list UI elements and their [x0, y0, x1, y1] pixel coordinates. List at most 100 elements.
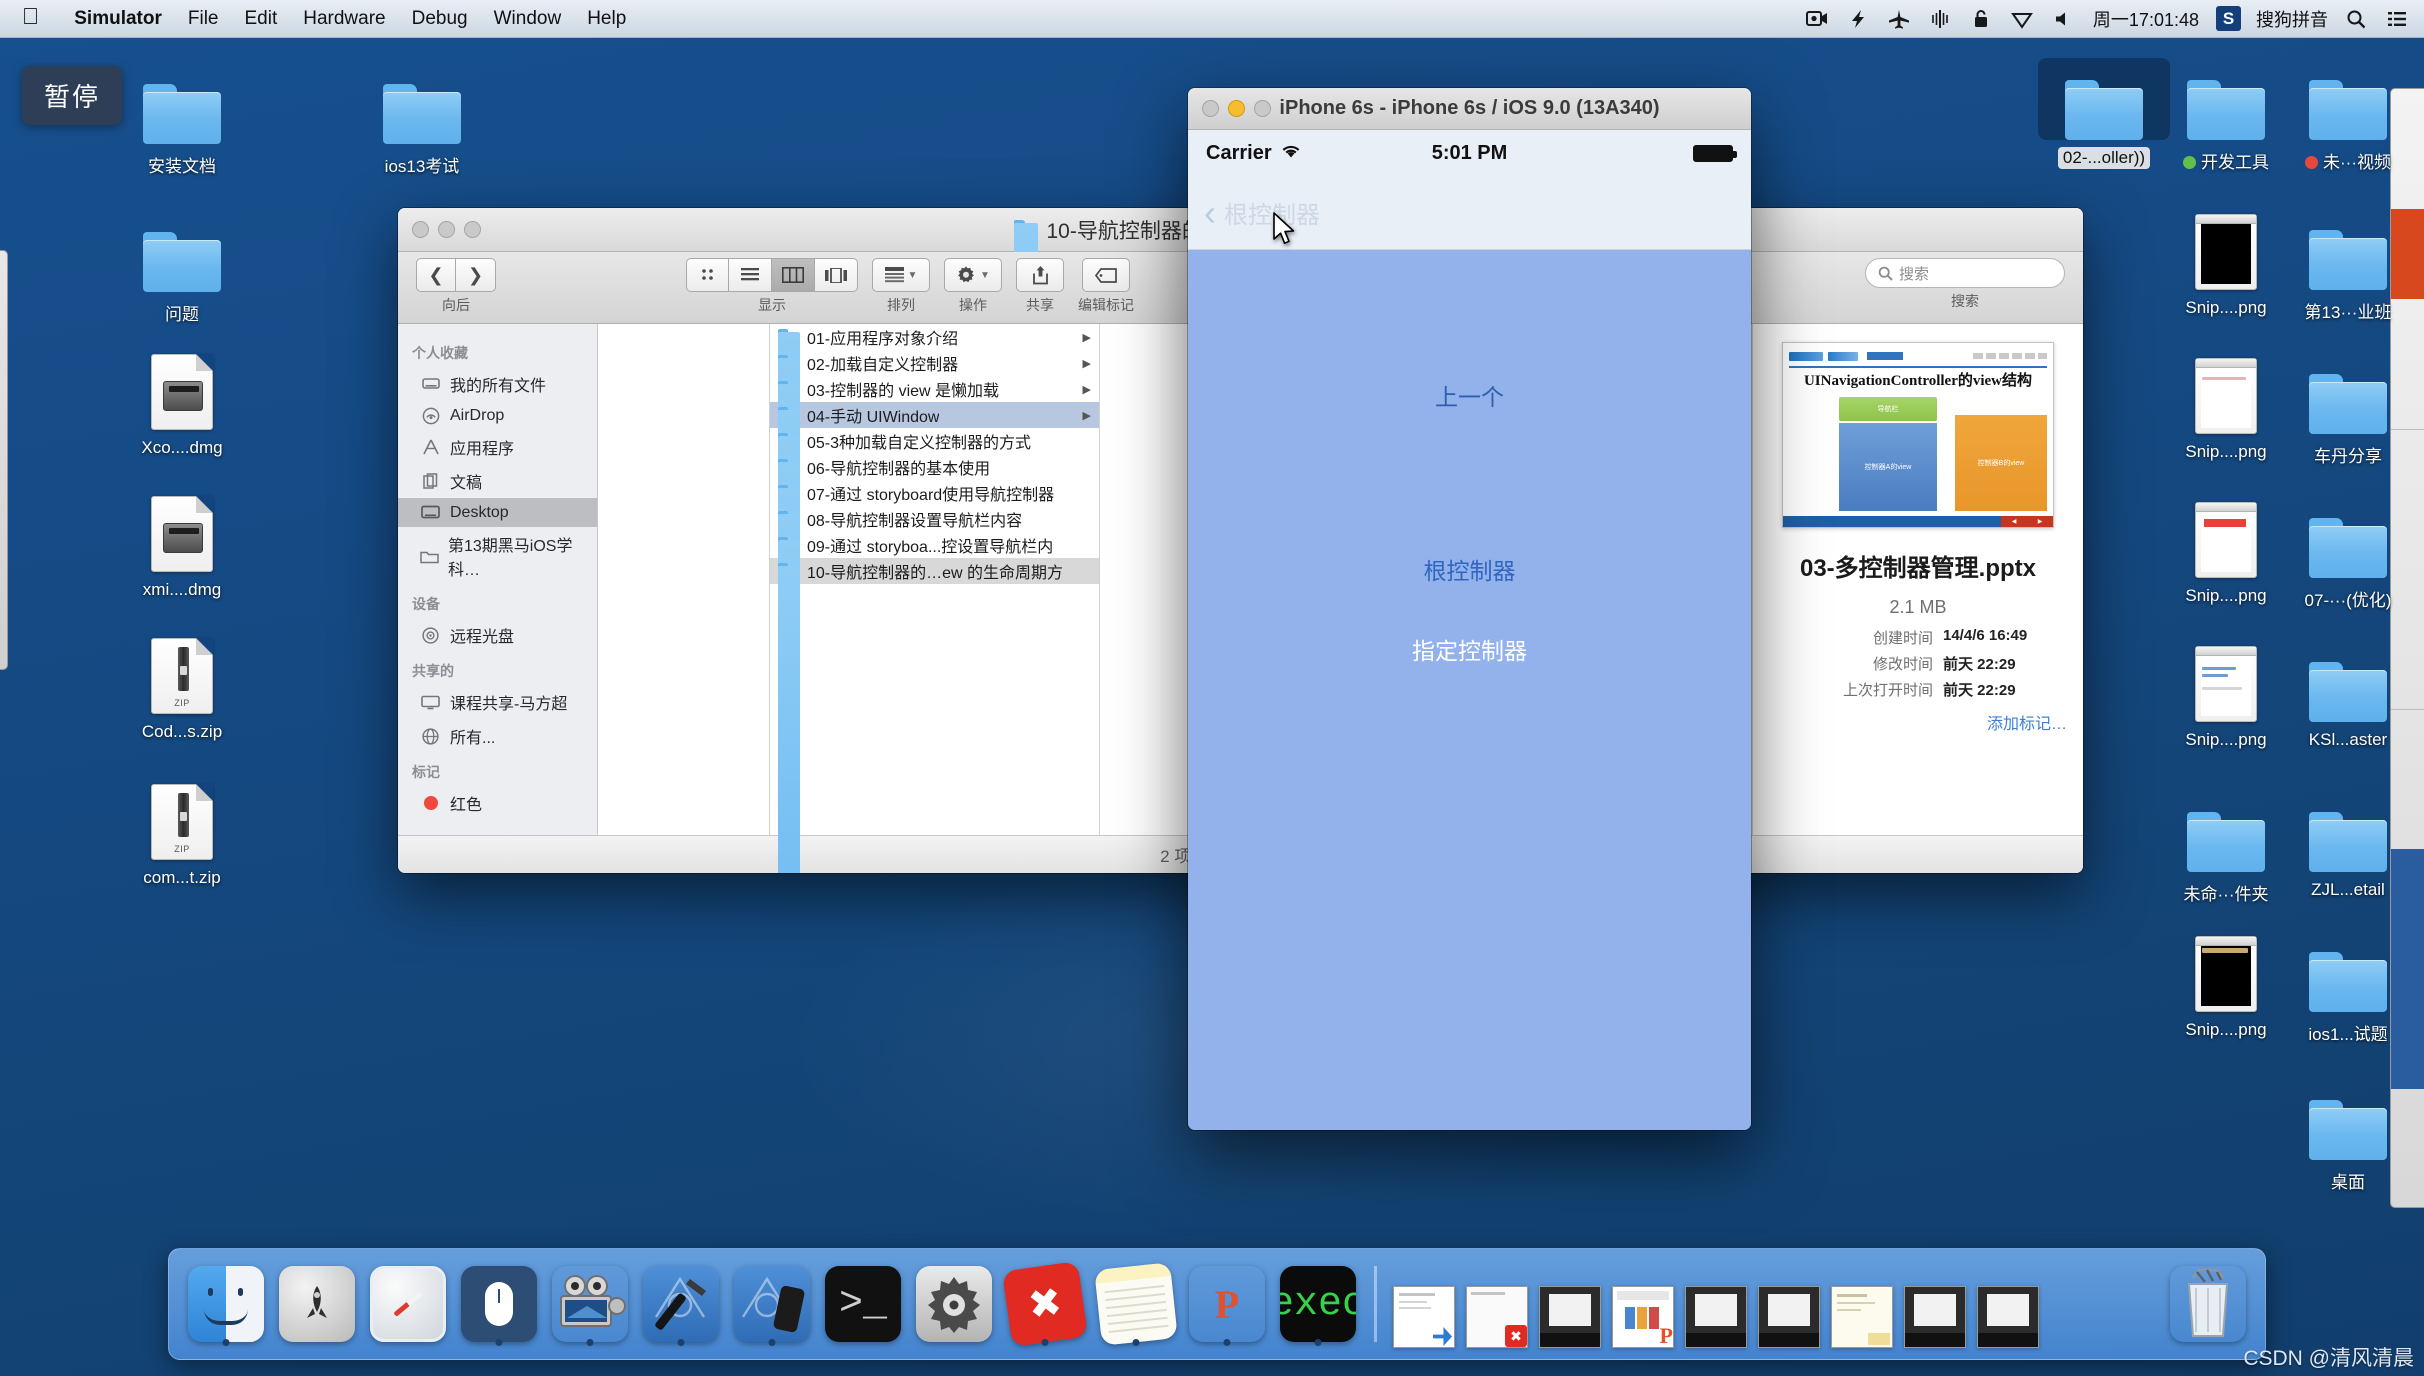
desktop-icon-png[interactable]: Snip....png	[2160, 640, 2292, 751]
minimize-button[interactable]	[1228, 100, 1245, 117]
dock-item-safari[interactable]	[365, 1260, 451, 1348]
desktop-icon-folder-selected[interactable]: 02-...oller))	[2038, 58, 2170, 169]
list-item[interactable]: 09-通过 storyboa...控设置导航栏内	[770, 532, 1099, 873]
list-item[interactable]: 05-3种加载自定义控制器的方式	[770, 428, 1099, 873]
minimized-window[interactable]	[1755, 1260, 1823, 1348]
sidebar-item-all-shared[interactable]: 所有...	[398, 719, 597, 753]
desktop-icon-zip[interactable]: ZIP com...t.zip	[116, 778, 248, 889]
dock-item-system-preferences[interactable]	[911, 1260, 997, 1348]
action-group[interactable]: ▼ 操作	[944, 258, 1002, 315]
desktop-icon-folder[interactable]: 安装文档	[116, 62, 248, 178]
notification-list-icon[interactable]	[2384, 7, 2410, 31]
input-method-badge[interactable]: S	[2216, 6, 2241, 31]
desktop-icon-dmg[interactable]: xmi....dmg	[116, 490, 248, 601]
dock-item-launchpad[interactable]	[274, 1260, 360, 1348]
chevron-left-icon[interactable]: ❮	[416, 258, 456, 292]
desktop-icon-folder[interactable]: ios1...试题	[2282, 930, 2414, 1046]
desktop-icon-folder[interactable]: 未···视频	[2282, 58, 2414, 174]
menu-debug[interactable]: Debug	[399, 8, 481, 30]
search-group[interactable]: 搜索 搜索	[1865, 258, 2065, 311]
list-item[interactable]: 02-加载自定义控制器 ▶	[770, 350, 1099, 869]
dock-item-xcode[interactable]	[638, 1260, 724, 1348]
disclosure-triangle-icon[interactable]: ▶	[1083, 409, 1091, 422]
list-item[interactable]: 03-控制器的 view 是懒加载 ▶	[770, 376, 1099, 873]
desktop-icon-folder[interactable]: 桌面	[2282, 1078, 2414, 1194]
dock-item-finder[interactable]	[183, 1260, 269, 1348]
traffic-lights[interactable]	[1202, 100, 1271, 117]
shortcut-icon[interactable]	[1845, 7, 1871, 31]
dock-item-exec[interactable]: exec	[1275, 1260, 1361, 1348]
desktop-icon-png[interactable]: Snip....png	[2160, 208, 2292, 319]
search-input[interactable]: 搜索	[1865, 258, 2065, 288]
menu-bar[interactable]:  Simulator File Edit Hardware Debug Win…	[0, 0, 2424, 38]
minimized-window[interactable]	[1828, 1260, 1896, 1348]
share-button[interactable]	[1016, 258, 1064, 292]
desktop-icon-folder[interactable]: 07-···(优化)	[2282, 496, 2414, 612]
minimized-window[interactable]	[1901, 1260, 1969, 1348]
ios-button-specified-controller[interactable]: 指定控制器	[1188, 632, 1751, 666]
airplane-icon[interactable]	[1886, 7, 1912, 31]
ios-app-screen[interactable]: 上一个 根控制器 指定控制器	[1188, 250, 1751, 1130]
coverflow-view-icon[interactable]	[815, 258, 858, 292]
search-icon[interactable]	[2343, 7, 2369, 31]
desktop-icon-folder[interactable]: 未命···件夹	[2160, 790, 2292, 906]
dropbox-icon[interactable]	[2009, 7, 2035, 31]
icon-view-icon[interactable]	[686, 258, 729, 292]
zoom-button[interactable]	[1254, 100, 1271, 117]
desktop-icon-folder[interactable]: 问题	[116, 210, 248, 326]
network-icon[interactable]	[1927, 7, 1953, 31]
desktop-icon-folder[interactable]: ios13考试	[356, 62, 488, 178]
screen-record-icon[interactable]	[1804, 7, 1830, 31]
minimized-window[interactable]: P	[1609, 1260, 1677, 1348]
share-group[interactable]: 共享	[1016, 258, 1064, 315]
desktop-icon-dmg[interactable]: Xco....dmg	[116, 348, 248, 459]
dock-item-quicktime[interactable]	[547, 1260, 633, 1348]
arrange-button[interactable]: ▼	[872, 258, 930, 292]
disclosure-triangle-icon[interactable]: ▶	[1083, 331, 1091, 344]
list-item[interactable]: 01-应用程序对象介绍 ▶	[770, 324, 1099, 843]
nav-buttons-group[interactable]: ❮ ❯ 向后	[416, 258, 496, 315]
menu-simulator[interactable]: Simulator	[61, 8, 175, 30]
sidebar-item-red-tag[interactable]: 红色	[398, 786, 597, 820]
minimized-window[interactable]	[1536, 1260, 1604, 1348]
desktop-icon-png[interactable]: Snip....png	[2160, 496, 2292, 607]
minimized-window[interactable]: ✖	[1463, 1260, 1531, 1348]
desktop-icon-folder[interactable]: ZJL...etail	[2282, 790, 2414, 901]
chevron-left-icon[interactable]: ‹	[1204, 194, 1216, 231]
list-item[interactable]: 08-导航控制器设置导航栏内容	[770, 506, 1099, 873]
menu-help[interactable]: Help	[574, 8, 639, 30]
input-method-label[interactable]: 搜狗拼音	[2256, 6, 2328, 32]
finder-column-2[interactable]: 01-应用程序对象介绍 ▶ 02-加载自定义控制器 ▶ 03-控制器的 view 是…	[770, 324, 1100, 873]
sidebar-item-applications[interactable]: 应用程序	[398, 430, 597, 464]
sidebar-item-shared-mac[interactable]: 课程共享-马方超	[398, 685, 597, 719]
minimize-button[interactable]	[438, 221, 455, 238]
sidebar-item-desktop[interactable]: Desktop	[398, 498, 597, 527]
minimized-window[interactable]	[1974, 1260, 2042, 1348]
desktop-icon-zip[interactable]: ZIP Cod...s.zip	[116, 632, 248, 743]
minimized-window[interactable]	[1682, 1260, 1750, 1348]
menu-hardware[interactable]: Hardware	[290, 8, 398, 30]
desktop-icon-folder[interactable]: 开发工具	[2160, 58, 2292, 174]
dock-item-keynote[interactable]: P	[1184, 1260, 1270, 1348]
list-view-icon[interactable]	[729, 258, 772, 292]
dock-item-notes[interactable]	[1093, 1260, 1179, 1348]
dock[interactable]: >_ ✖ P exec ✖ P	[168, 1248, 2266, 1360]
dock-item-xmind[interactable]: ✖	[1002, 1260, 1088, 1348]
sidebar-item-airdrop[interactable]: AirDrop	[398, 401, 597, 430]
action-button[interactable]: ▼	[944, 258, 1002, 292]
dock-item-terminal[interactable]: >_	[820, 1260, 906, 1348]
dock-item-trash[interactable]	[2165, 1260, 2251, 1348]
arrange-group[interactable]: ▼ 排列	[872, 258, 930, 315]
desktop-icon-folder[interactable]: KSl...aster	[2282, 640, 2414, 751]
clock[interactable]: 周一17:01:48	[2091, 6, 2201, 32]
apple-logo-icon[interactable]: 	[22, 5, 39, 28]
simulator-titlebar[interactable]: iPhone 6s - iPhone 6s / iOS 9.0 (13A340)	[1188, 88, 1751, 130]
sidebar-item-course-folder[interactable]: 第13期黑马iOS学科…	[398, 527, 597, 585]
sidebar-item-remote-disc[interactable]: 远程光盘	[398, 618, 597, 652]
list-item[interactable]: 10-导航控制器的…ew 的生命周期方	[770, 558, 1099, 873]
dock-item-mouse[interactable]	[456, 1260, 542, 1348]
offscreen-window-left[interactable]	[0, 250, 8, 670]
zoom-button[interactable]	[464, 221, 481, 238]
finder-column-1[interactable]	[598, 324, 770, 835]
desktop-icon-folder[interactable]: 车丹分享	[2282, 352, 2414, 468]
